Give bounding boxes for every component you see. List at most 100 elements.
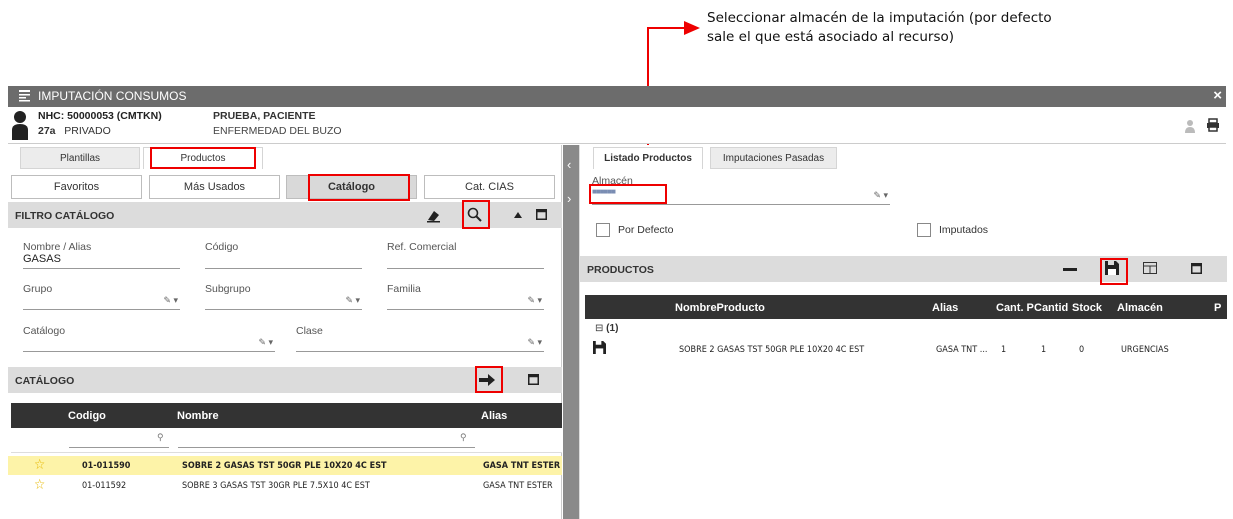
catalogo-label: Catálogo xyxy=(23,325,66,337)
por-defecto-label: Por Defecto xyxy=(618,224,674,236)
star-icon[interactable]: ☆ xyxy=(34,477,45,493)
col-alias[interactable]: Alias xyxy=(932,302,958,314)
col-cantid[interactable]: Cantid xyxy=(1034,302,1068,314)
segment-cat-cias[interactable]: Cat. CIAS xyxy=(424,175,555,199)
imputados-label: Imputados xyxy=(939,224,989,236)
ref-comercial-field[interactable]: Ref. Comercial xyxy=(387,241,544,269)
highlight-catalogo-segment xyxy=(308,174,410,201)
catalogo-select[interactable]: Catálogo ✎ ▾ xyxy=(23,325,275,352)
col-stock[interactable]: Stock xyxy=(1072,302,1102,314)
row-stock: 0 xyxy=(1079,345,1085,355)
tab-plantillas[interactable]: Plantillas xyxy=(20,147,140,169)
segment-favoritos[interactable]: Favoritos xyxy=(11,175,142,199)
annotation-text: Seleccionar almacén de la imputación (po… xyxy=(707,9,1127,47)
familia-select[interactable]: Familia ✎ ▾ xyxy=(387,283,544,310)
clase-select[interactable]: Clase ✎ ▾ xyxy=(296,325,544,352)
por-defecto-checkbox[interactable] xyxy=(596,223,610,237)
right-pane: Listado Productos Imputaciones Pasadas A… xyxy=(579,145,1227,519)
patient-type: PRIVADO xyxy=(64,125,111,137)
row-cant-p: 1 xyxy=(1001,345,1007,355)
pane-splitter[interactable]: ‹ › xyxy=(563,145,579,519)
col-cant-p[interactable]: Cant. P xyxy=(996,302,1034,314)
tab-imputaciones-pasadas[interactable]: Imputaciones Pasadas xyxy=(710,147,837,169)
row-nombre-producto: SOBRE 2 GASAS TST 50GR PLE 10X20 4C EST xyxy=(679,345,865,355)
highlight-search-button xyxy=(462,200,490,229)
table-row[interactable]: ☆ 01-011592 SOBRE 3 GASAS TST 30GR PLE 7… xyxy=(8,476,562,495)
row-nombre: SOBRE 3 GASAS TST 30GR PLE 7.5X10 4C EST xyxy=(182,481,370,491)
nombre-alias-value: GASAS xyxy=(23,253,61,265)
print-icon[interactable] xyxy=(1206,118,1220,132)
nombre-alias-field[interactable]: Nombre / Alias GASAS xyxy=(23,241,180,269)
nombre-filter-input[interactable] xyxy=(178,434,475,448)
row-cantid: 1 xyxy=(1041,345,1047,355)
save-icon[interactable] xyxy=(593,341,606,354)
user-icon[interactable] xyxy=(1184,119,1198,133)
search-icon: ⚲ xyxy=(157,432,164,442)
col-p[interactable]: P xyxy=(1214,302,1221,314)
maximize-icon[interactable] xyxy=(536,209,547,220)
col-codigo[interactable]: Codigo xyxy=(68,410,106,422)
row-codigo: 01-011590 xyxy=(82,461,131,471)
star-icon[interactable]: ☆ xyxy=(34,457,45,473)
minimize-icon[interactable] xyxy=(1063,268,1077,271)
person-icon xyxy=(12,111,28,140)
maximize-icon[interactable] xyxy=(1191,263,1202,274)
search-icon: ⚲ xyxy=(460,432,467,442)
chevron-down-icon: ✎ ▾ xyxy=(873,190,888,200)
codigo-filter-input[interactable] xyxy=(69,434,169,448)
chevron-down-icon: ✎ ▾ xyxy=(258,337,273,347)
codigo-field[interactable]: Código xyxy=(205,241,362,269)
highlight-add-button xyxy=(475,366,503,393)
eraser-icon[interactable] xyxy=(426,208,441,223)
chevron-right-icon[interactable]: › xyxy=(567,191,571,206)
highlight-save-button xyxy=(1100,258,1128,285)
highlight-productos-tab xyxy=(150,147,256,169)
group-count: (1) xyxy=(606,323,619,334)
annotation-arrowhead-icon xyxy=(684,21,700,35)
left-pane: Plantillas Productos Favoritos Más Usado… xyxy=(8,145,562,519)
subgrupo-label: Subgrupo xyxy=(205,283,251,295)
row-alias: GASA TNT ESTER xyxy=(483,481,553,491)
chevron-down-icon: ✎ ▾ xyxy=(527,295,542,305)
grupo-select[interactable]: Grupo ✎ ▾ xyxy=(23,283,180,310)
col-nombre-producto[interactable]: NombreProducto xyxy=(675,302,765,314)
row-nombre: SOBRE 2 GASAS TST 50GR PLE 10X20 4C EST xyxy=(182,461,387,471)
group-row[interactable]: ⊟ (1) xyxy=(595,323,618,334)
products-title: PRODUCTOS xyxy=(587,264,654,276)
col-nombre[interactable]: Nombre xyxy=(177,410,219,422)
ref-comercial-label: Ref. Comercial xyxy=(387,241,457,253)
patient-age-type: 27a PRIVADO xyxy=(38,125,111,137)
chevron-left-icon[interactable]: ‹ xyxy=(567,157,571,172)
tab-listado-productos[interactable]: Listado Productos xyxy=(593,147,703,169)
maximize-icon[interactable] xyxy=(528,374,539,385)
grupo-label: Grupo xyxy=(23,283,53,295)
collapse-up-icon[interactable] xyxy=(514,212,522,218)
highlight-almacen-field xyxy=(589,184,667,204)
catalog-title: CATÁLOGO xyxy=(15,375,75,387)
annotation-line-2: sale el que está asociado al recurso) xyxy=(707,29,955,45)
catalog-filter-row: ⚲ ⚲ xyxy=(11,428,562,453)
segment-mas-usados[interactable]: Más Usados xyxy=(149,175,280,199)
annotation-arrow-horizontal xyxy=(647,27,687,29)
patient-header: NHC: 50000053 (CMTKN) 27a PRIVADO PRUEBA… xyxy=(8,107,1226,144)
imputados-checkbox[interactable] xyxy=(917,223,931,237)
collapse-group-icon[interactable]: ⊟ xyxy=(595,323,603,334)
subgrupo-select[interactable]: Subgrupo ✎ ▾ xyxy=(205,283,362,310)
col-alias[interactable]: Alias xyxy=(481,410,507,422)
patient-age: 27a xyxy=(38,125,56,137)
close-icon[interactable]: × xyxy=(1213,87,1222,104)
catalog-table-header: Codigo Nombre Alias xyxy=(11,403,562,428)
row-alias: GASA TNT ... xyxy=(936,345,988,355)
col-almacen[interactable]: Almacén xyxy=(1117,302,1163,314)
column-settings-icon[interactable] xyxy=(1143,262,1157,274)
clase-label: Clase xyxy=(296,325,323,337)
table-row[interactable]: SOBRE 2 GASAS TST 50GR PLE 10X20 4C EST … xyxy=(580,341,1220,359)
nombre-alias-label: Nombre / Alias xyxy=(23,241,92,253)
row-alias: GASA TNT ESTER xyxy=(483,461,561,471)
table-row[interactable]: ☆ 01-011590 SOBRE 2 GASAS TST 50GR PLE 1… xyxy=(8,456,562,475)
row-codigo: 01-011592 xyxy=(82,481,127,491)
row-almacen: URGENCIAS xyxy=(1121,345,1169,355)
products-header: PRODUCTOS xyxy=(580,256,1227,282)
window-titlebar: IMPUTACIÓN CONSUMOS × xyxy=(8,86,1226,107)
window-menu-icon[interactable] xyxy=(18,89,31,102)
